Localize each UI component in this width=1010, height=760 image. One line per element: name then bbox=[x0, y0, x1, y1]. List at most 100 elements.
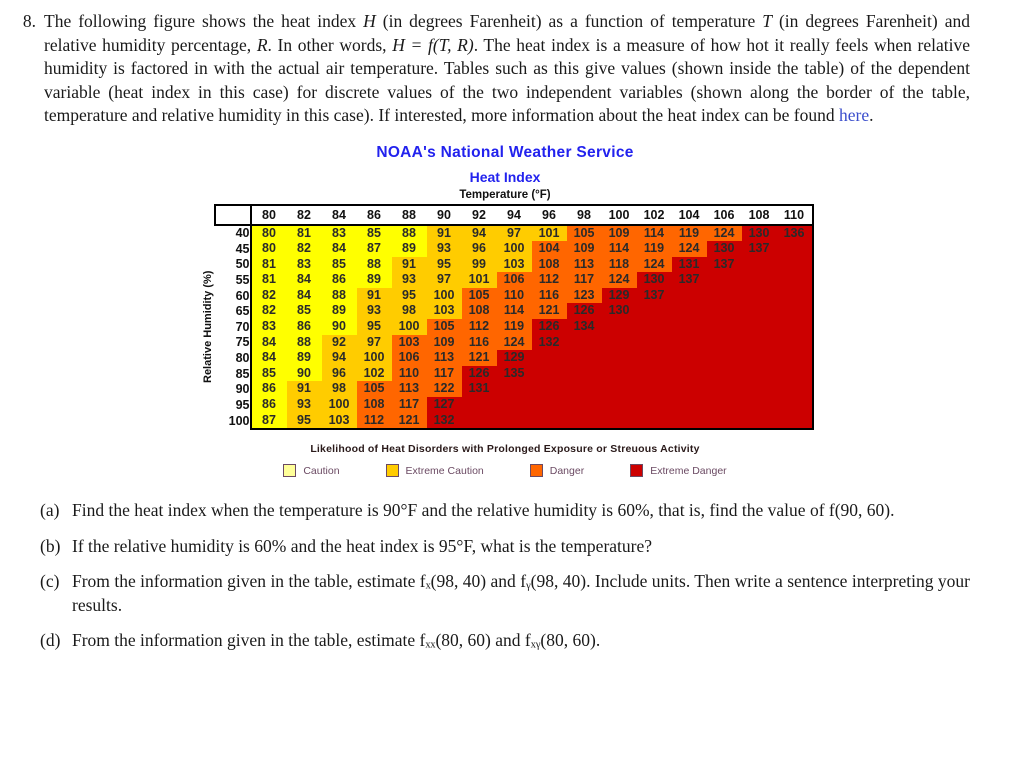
heat-index-cell: 98 bbox=[321, 381, 357, 398]
heat-index-cell bbox=[741, 272, 777, 288]
heat-index-cell: 104 bbox=[531, 241, 567, 257]
heat-index-cell bbox=[496, 381, 532, 398]
heat-index-cell bbox=[706, 287, 742, 304]
heat-index-cell: 103 bbox=[496, 256, 532, 273]
math-variable: H bbox=[363, 11, 376, 31]
heat-index-cell: 103 bbox=[391, 334, 427, 351]
table-row: 65 82 85 89 93 98 103 108 114 121 126 130 bbox=[214, 303, 814, 320]
heat-index-cell: 114 bbox=[496, 303, 532, 320]
heat-index-cell: 108 bbox=[356, 397, 392, 413]
heat-index-cell bbox=[566, 397, 602, 413]
humidity-header-60: 60 bbox=[214, 287, 251, 304]
math-variable: R bbox=[256, 34, 268, 55]
here-link[interactable]: here bbox=[839, 105, 869, 125]
heat-index-cell bbox=[706, 381, 742, 398]
heat-index-cell bbox=[531, 412, 567, 431]
heat-index-cell bbox=[741, 303, 777, 320]
legend-item-extreme-caution: Extreme Caution bbox=[385, 464, 484, 478]
heat-index-cell: 105 bbox=[461, 287, 497, 304]
problem-number: 8. bbox=[22, 11, 36, 31]
heat-index-cell bbox=[531, 397, 567, 413]
heat-index-cell: 96 bbox=[321, 365, 357, 382]
heat-index-cell: 100 bbox=[321, 397, 357, 413]
heat-index-cell: 86 bbox=[249, 381, 287, 398]
heat-index-cell bbox=[706, 319, 742, 335]
heat-index-cell bbox=[706, 365, 742, 382]
heat-index-cell: 100 bbox=[391, 319, 427, 335]
heat-index-cell bbox=[671, 397, 707, 413]
legend-swatch-icon bbox=[283, 464, 297, 478]
heat-index-cell bbox=[601, 381, 637, 398]
heat-index-cell: 132 bbox=[531, 334, 567, 351]
heat-index-cell: 106 bbox=[391, 350, 427, 366]
part-label: (b) bbox=[40, 535, 61, 556]
heat-index-cell: 87 bbox=[356, 241, 392, 257]
heat-index-cell: 90 bbox=[321, 319, 357, 335]
heat-index-cell: 114 bbox=[636, 223, 672, 242]
heat-index-cell: 94 bbox=[461, 223, 497, 242]
heat-index-cell bbox=[636, 397, 672, 413]
heat-index-cell: 88 bbox=[286, 334, 322, 351]
heat-index-cell: 102 bbox=[356, 365, 392, 382]
legend-swatch-icon bbox=[385, 464, 399, 478]
heat-index-cell: 86 bbox=[286, 319, 322, 335]
heat-index-cell bbox=[706, 272, 742, 288]
heat-index-cell bbox=[496, 412, 532, 431]
heat-index-cell bbox=[706, 350, 742, 366]
heat-index-cell: 113 bbox=[391, 381, 427, 398]
heat-index-cell bbox=[706, 303, 742, 320]
heat-index-cell bbox=[636, 365, 672, 382]
heat-index-cell: 89 bbox=[286, 350, 322, 366]
temperature-header-98: 98 bbox=[566, 203, 602, 226]
heat-index-cell: 122 bbox=[426, 381, 462, 398]
heat-index-cell bbox=[601, 319, 637, 335]
heat-index-cell: 98 bbox=[391, 303, 427, 320]
heat-index-cell bbox=[706, 334, 742, 351]
temperature-header-84: 84 bbox=[321, 203, 357, 226]
legend: Likelihood of Heat Disorders with Prolon… bbox=[283, 443, 727, 478]
heat-index-cell: 88 bbox=[391, 223, 427, 242]
part-label: (c) bbox=[40, 571, 60, 592]
table-row: 95 86 93 100 108 117 127 bbox=[214, 397, 814, 413]
heat-index-cell: 113 bbox=[566, 256, 602, 273]
heat-index-cell: 83 bbox=[321, 223, 357, 242]
heat-index-cell: 81 bbox=[286, 223, 322, 242]
heat-index-cell: 110 bbox=[391, 365, 427, 382]
figure-chart-title: Heat Index bbox=[469, 168, 541, 185]
heat-index-cell bbox=[671, 287, 707, 304]
heat-index-cell: 103 bbox=[321, 412, 357, 431]
heat-index-cell: 88 bbox=[321, 287, 357, 304]
part-text: Find the heat index when the temperature… bbox=[72, 500, 895, 521]
heat-index-cell: 84 bbox=[321, 241, 357, 257]
heat-index-cell bbox=[636, 412, 672, 431]
heat-index-cell: 85 bbox=[356, 223, 392, 242]
heat-index-cell: 100 bbox=[496, 241, 532, 257]
heat-index-cell: 132 bbox=[426, 412, 462, 431]
heat-index-cell: 106 bbox=[496, 272, 532, 288]
question-part-c: (c) From the information given in the tab… bbox=[40, 570, 970, 617]
heat-index-cell: 119 bbox=[671, 223, 707, 242]
temperature-header-104: 104 bbox=[671, 203, 707, 226]
temperature-header-80: 80 bbox=[249, 203, 287, 226]
heat-index-cell bbox=[531, 365, 567, 382]
heat-index-cell bbox=[636, 350, 672, 366]
heat-index-cell bbox=[741, 319, 777, 335]
heat-index-cell: 87 bbox=[249, 412, 287, 431]
legend-label: Danger bbox=[549, 464, 585, 477]
heat-index-cell bbox=[671, 350, 707, 366]
heat-index-cell bbox=[741, 287, 777, 304]
heat-index-cell: 117 bbox=[566, 272, 602, 288]
heat-index-cell bbox=[636, 319, 672, 335]
temperature-header-110: 110 bbox=[776, 203, 814, 226]
heat-index-cell bbox=[601, 350, 637, 366]
heat-index-cell bbox=[776, 412, 814, 431]
heat-index-cell: 114 bbox=[601, 241, 637, 257]
heat-index-cell: 130 bbox=[601, 303, 637, 320]
heat-index-cell: 82 bbox=[249, 303, 287, 320]
heat-index-cell: 93 bbox=[286, 397, 322, 413]
x-axis-title: Temperature (°F) bbox=[459, 188, 551, 201]
heat-index-cell bbox=[776, 365, 814, 382]
legend-swatch-icon bbox=[529, 464, 543, 478]
heat-index-cell: 91 bbox=[426, 223, 462, 242]
heat-index-cell bbox=[601, 334, 637, 351]
